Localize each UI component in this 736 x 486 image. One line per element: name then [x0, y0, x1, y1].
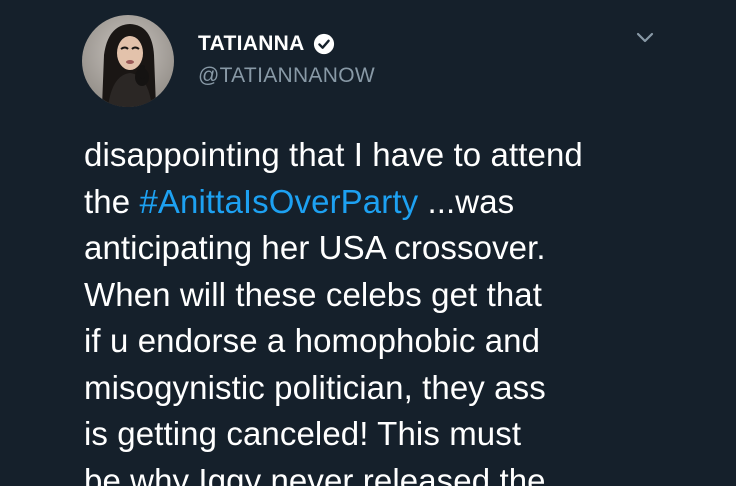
verified-badge-icon — [313, 33, 335, 55]
tweet-line: disappointing that I have to attend — [84, 136, 583, 173]
tweet-text-segment: the — [84, 182, 140, 220]
tweet-line: the #AnittaIsOverParty ...was — [84, 179, 724, 226]
display-name[interactable]: TATIANNA — [198, 32, 305, 56]
chevron-down-icon[interactable] — [634, 30, 656, 46]
tweet-card: TATIANNA @TATIANNANOW disappointing that… — [0, 0, 736, 486]
tweet-line: is getting canceled! This must — [84, 415, 522, 452]
tweet-line: When will these celebs get that — [84, 275, 543, 313]
tweet-line: be why Iggy never released the — [84, 461, 546, 486]
display-name-row: TATIANNA — [198, 30, 335, 58]
user-handle[interactable]: @TATIANNANOW — [198, 64, 375, 88]
tweet-line: misogynistic politician, they ass — [84, 368, 546, 406]
tweet-text-segment: ...was — [418, 182, 515, 220]
hashtag-link[interactable]: #AnittaIsOverParty — [139, 183, 418, 220]
tweet-text: disappointing that I have to attend the … — [84, 132, 724, 486]
tweet-line: if u endorse a homophobic and — [84, 322, 541, 359]
avatar[interactable] — [82, 15, 174, 107]
tweet-line: anticipating her USA crossover. — [84, 229, 546, 266]
